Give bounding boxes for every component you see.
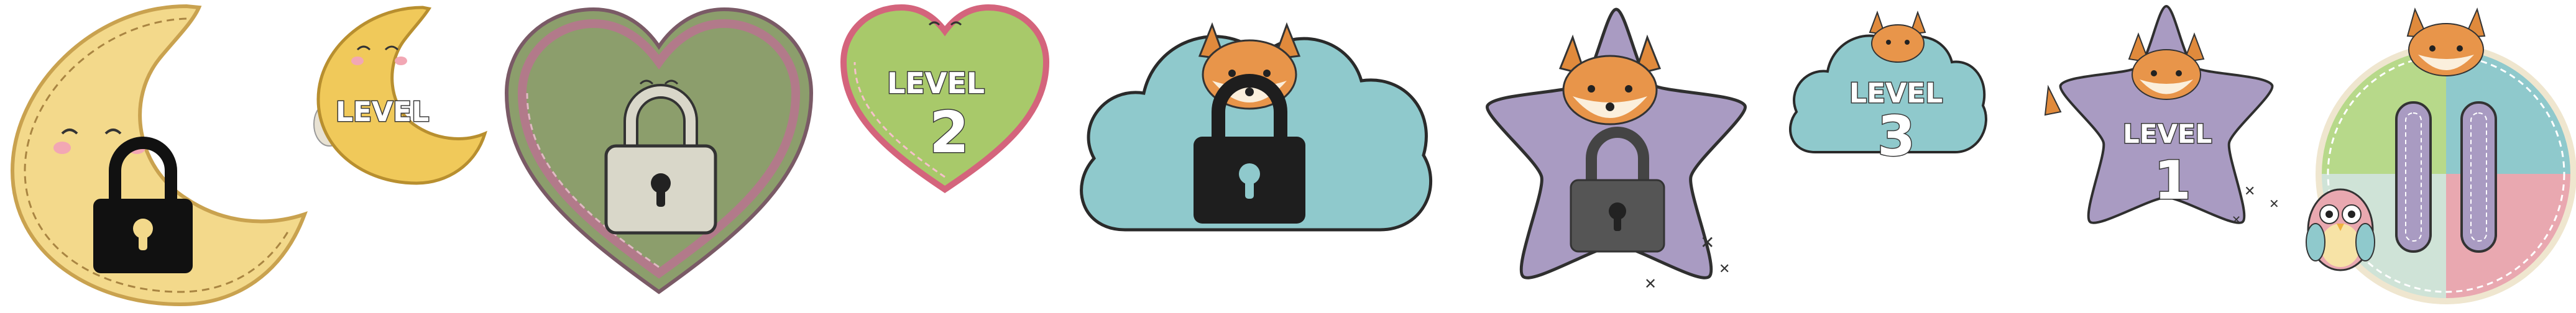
fox-icon xyxy=(2406,7,2486,76)
level-number: 1 xyxy=(2154,150,2191,212)
moon-level-tile[interactable]: LEVEL xyxy=(311,0,491,313)
level-label: LEVEL xyxy=(336,96,429,128)
fox-icon xyxy=(1869,11,1926,63)
heart-locked-tile[interactable] xyxy=(497,0,821,313)
moon-locked-tile[interactable] xyxy=(0,0,311,313)
cloud-locked-tile[interactable] xyxy=(1069,0,1442,313)
cloud-level-3-tile[interactable]: LEVEL 3 xyxy=(1784,0,1989,313)
sparkle-icon: ✕ xyxy=(2269,196,2279,211)
sparkle-icon: ✕ xyxy=(1700,232,1714,253)
heart-level-2-tile[interactable]: LEVEL 2 xyxy=(836,0,1054,313)
sparkle-icon: ✕ xyxy=(2232,214,2241,227)
level-number: 2 xyxy=(929,99,969,166)
moon-shape xyxy=(316,6,487,185)
level-label: LEVEL xyxy=(2123,119,2212,149)
fox-icon xyxy=(1198,22,1301,110)
fox-icon xyxy=(2044,84,2062,116)
star-locked-tile[interactable]: ✕ ✕ ✕ xyxy=(1458,0,1781,313)
star-level-1-tile[interactable]: LEVEL 1 ✕ ✕ ✕ xyxy=(2044,0,2306,313)
sparkle-icon: ✕ xyxy=(2244,184,2255,199)
level-number: 3 xyxy=(1877,104,1915,168)
sparkle-icon: ✕ xyxy=(1644,275,1657,293)
sparkle-icon: ✕ xyxy=(1719,261,1730,277)
pause-button[interactable] xyxy=(2303,0,2576,313)
owl-icon xyxy=(2306,188,2375,271)
level-label: LEVEL xyxy=(887,66,985,100)
